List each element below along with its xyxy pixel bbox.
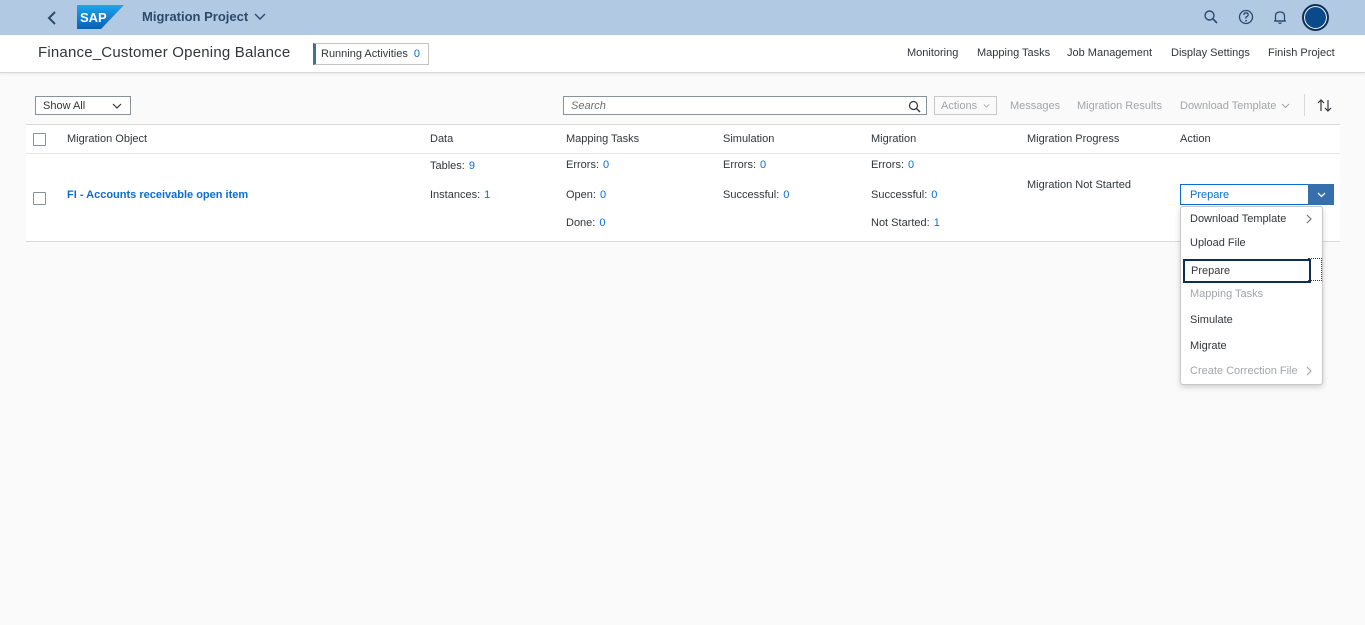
app-title-menu[interactable]: Migration Project xyxy=(142,9,266,24)
filter-select-value: Show All xyxy=(43,99,86,112)
simulation-successful: Successful: 0 xyxy=(723,189,790,201)
download-template-label: Download Template xyxy=(1180,99,1277,112)
nav-monitoring[interactable]: Monitoring xyxy=(907,47,958,59)
col-data[interactable]: Data xyxy=(430,133,453,145)
simulation-errors-value[interactable]: 0 xyxy=(760,159,766,171)
migration-objects-table: Migration Object Data Mapping Tasks Simu… xyxy=(26,124,1340,242)
migration-progress-status: Migration Not Started xyxy=(1027,179,1131,191)
row-checkbox[interactable] xyxy=(33,192,46,205)
back-icon[interactable] xyxy=(44,9,62,27)
data-tables: Tables: 9 xyxy=(430,160,475,172)
select-all-checkbox[interactable] xyxy=(33,133,46,146)
actions-label: Actions xyxy=(941,99,978,112)
nav-job-management[interactable]: Job Management xyxy=(1067,47,1152,59)
focus-outline xyxy=(1308,258,1322,281)
migration-results-button[interactable]: Migration Results xyxy=(1077,96,1162,115)
menu-item-prepare[interactable]: Prepare xyxy=(1183,259,1311,283)
menu-item-download-template[interactable]: Download Template xyxy=(1181,207,1322,231)
simulation-successful-value[interactable]: 0 xyxy=(783,189,789,201)
col-simulation[interactable]: Simulation xyxy=(723,133,774,145)
migration-errors: Errors: 0 xyxy=(871,159,915,171)
col-mapping-tasks[interactable]: Mapping Tasks xyxy=(566,133,639,145)
running-activities-label: Running Activities xyxy=(321,48,408,60)
search-placeholder: Search xyxy=(571,99,606,112)
menu-item-upload-file[interactable]: Upload File xyxy=(1181,231,1322,255)
filter-select[interactable]: Show All xyxy=(35,96,131,115)
user-avatar[interactable] xyxy=(1302,4,1329,31)
mapping-open-value[interactable]: 0 xyxy=(600,189,606,201)
col-action[interactable]: Action xyxy=(1180,133,1211,145)
toolbar-separator xyxy=(1304,94,1305,116)
chevron-down-icon xyxy=(1317,192,1325,197)
help-icon[interactable] xyxy=(1237,8,1255,26)
migration-object-link[interactable]: FI - Accounts receivable open item xyxy=(67,189,248,201)
nav-finish-project[interactable]: Finish Project xyxy=(1268,47,1335,59)
col-migration[interactable]: Migration xyxy=(871,133,916,145)
mapping-errors-value[interactable]: 0 xyxy=(603,159,609,171)
migration-successful-value[interactable]: 0 xyxy=(931,189,937,201)
chevron-down-icon xyxy=(254,13,266,20)
mapping-open: Open: 0 xyxy=(566,189,607,201)
messages-button[interactable]: Messages xyxy=(1010,96,1060,115)
mapping-errors: Errors: 0 xyxy=(566,159,610,171)
download-template-button[interactable]: Download Template xyxy=(1180,96,1290,115)
search-icon[interactable] xyxy=(1202,8,1220,26)
action-split-button: Prepare xyxy=(1180,184,1334,205)
sap-logo: SAP xyxy=(77,5,124,29)
chevron-right-icon xyxy=(1306,214,1312,224)
app-title: Migration Project xyxy=(142,9,249,24)
mapping-done-value[interactable]: 0 xyxy=(599,217,605,229)
running-activities-count: 0 xyxy=(413,48,420,60)
menu-item-create-correction-file: Create Correction File xyxy=(1181,359,1322,383)
search-icon[interactable] xyxy=(908,100,921,113)
migration-errors-value[interactable]: 0 xyxy=(908,159,914,171)
menu-item-mapping-tasks: Mapping Tasks xyxy=(1190,288,1264,300)
object-header: Finance_Customer Opening Balance Running… xyxy=(0,35,1365,73)
table-header: Migration Object Data Mapping Tasks Simu… xyxy=(26,125,1340,154)
data-instances-value[interactable]: 1 xyxy=(484,189,490,201)
nav-display-settings[interactable]: Display Settings xyxy=(1171,47,1250,59)
col-migration-progress[interactable]: Migration Progress xyxy=(1027,133,1119,145)
search-input[interactable]: Search xyxy=(563,96,927,115)
menu-item-migrate[interactable]: Migrate xyxy=(1181,334,1322,358)
data-instances: Instances: 1 xyxy=(430,189,491,201)
shell-bar: SAP Migration Project xyxy=(0,0,1365,35)
nav-mapping-tasks[interactable]: Mapping Tasks xyxy=(977,47,1050,59)
page-title: Finance_Customer Opening Balance xyxy=(38,44,291,61)
action-dropdown-button[interactable] xyxy=(1308,184,1334,205)
migration-successful: Successful: 0 xyxy=(871,189,938,201)
chevron-down-icon xyxy=(112,103,122,109)
col-migration-object[interactable]: Migration Object xyxy=(67,133,147,145)
migration-not-started-value[interactable]: 1 xyxy=(934,217,940,229)
actions-menu-button[interactable]: Actions xyxy=(934,96,997,115)
chevron-down-icon xyxy=(983,103,990,108)
simulation-errors: Errors: 0 xyxy=(723,159,767,171)
svg-text:SAP: SAP xyxy=(80,10,107,25)
data-tables-value[interactable]: 9 xyxy=(469,160,475,172)
menu-item-simulate[interactable]: Simulate xyxy=(1181,308,1322,332)
running-activities-button[interactable]: Running Activities 0 xyxy=(313,43,429,65)
notification-bell-icon[interactable] xyxy=(1271,8,1289,26)
action-menu: Download Template Upload File Prepare Ma… xyxy=(1180,206,1323,385)
chevron-down-icon xyxy=(1282,103,1290,108)
sort-icon[interactable] xyxy=(1316,97,1333,114)
chevron-right-icon xyxy=(1306,366,1312,376)
migration-not-started: Not Started: 1 xyxy=(871,217,940,229)
prepare-button[interactable]: Prepare xyxy=(1180,184,1308,205)
mapping-done: Done: 0 xyxy=(566,217,606,229)
